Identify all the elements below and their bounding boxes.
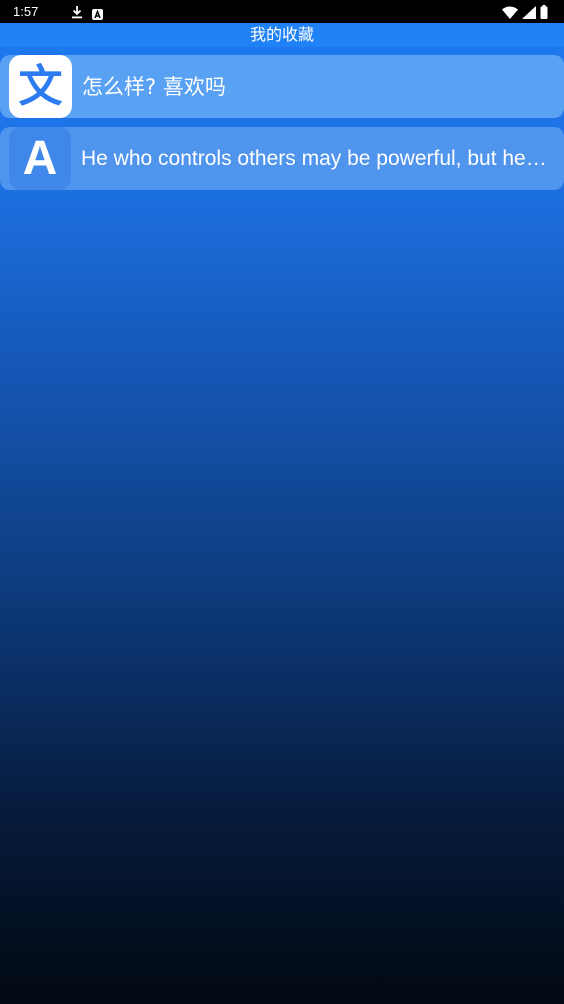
icon-glyph: 文 [18, 60, 63, 112]
a-letter-icon: A [9, 127, 71, 190]
title-bar: 我的收藏 [0, 23, 564, 47]
favorite-item[interactable]: 文 怎么样? 喜欢吗 [0, 55, 564, 118]
page-title: 我的收藏 [249, 25, 314, 44]
favorite-item[interactable]: A He who controls others may be powerful… [0, 127, 564, 190]
status-bar: 1:57 [0, 0, 564, 23]
signal-icon [522, 4, 536, 23]
download-icon [71, 4, 83, 23]
status-time: 1:57 [13, 4, 39, 19]
wifi-icon [502, 4, 518, 23]
a-notification-icon [92, 5, 103, 24]
favorite-text: 怎么样? 喜欢吗 [82, 74, 226, 99]
icon-glyph: A [22, 131, 58, 185]
wen-translate-icon: 文 [9, 55, 72, 118]
battery-icon [540, 4, 548, 23]
favorite-text: He who controls others may be powerful, … [81, 146, 551, 170]
